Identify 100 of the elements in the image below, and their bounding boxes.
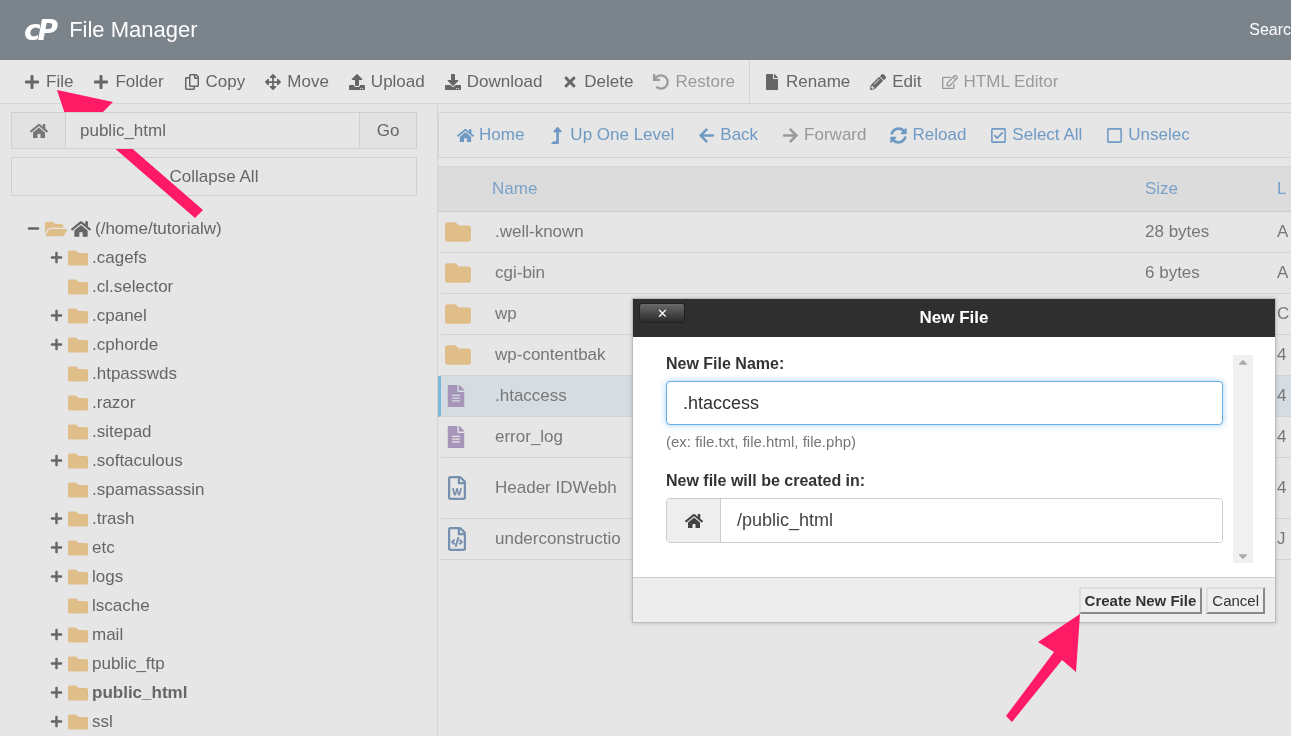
undo-icon bbox=[653, 73, 670, 90]
app-title: File Manager bbox=[69, 17, 198, 43]
path-field[interactable]: public_html Go bbox=[11, 112, 417, 149]
expand-icon[interactable] bbox=[49, 251, 63, 264]
toolbar-button[interactable]: Move bbox=[255, 60, 339, 103]
table-cell: 4 bbox=[1277, 478, 1287, 498]
toolbar-button[interactable]: Delete bbox=[552, 60, 644, 103]
home-icon bbox=[457, 126, 474, 144]
file-name: .well-known bbox=[495, 222, 584, 242]
expand-icon[interactable] bbox=[49, 541, 63, 554]
edit-icon bbox=[941, 73, 958, 90]
text-file-icon bbox=[445, 385, 467, 407]
table-cell: C bbox=[1277, 304, 1290, 324]
folder-label[interactable]: .cpanel bbox=[92, 305, 147, 326]
expand-icon[interactable] bbox=[49, 338, 63, 351]
folder-icon bbox=[445, 342, 471, 368]
expand-icon[interactable] bbox=[49, 686, 63, 699]
nav-button[interactable]: Home bbox=[445, 125, 537, 145]
checked-box-icon bbox=[990, 126, 1008, 144]
folder-label[interactable]: etc bbox=[92, 537, 115, 558]
expand-icon[interactable] bbox=[49, 628, 63, 641]
file-name: error_log bbox=[495, 427, 564, 447]
toolbar-button[interactable]: Rename bbox=[754, 60, 861, 103]
nav-button[interactable]: Unselec bbox=[1094, 125, 1202, 145]
folder-label[interactable]: .razor bbox=[92, 392, 136, 413]
nav-button[interactable]: Select All bbox=[978, 125, 1095, 145]
folder-label[interactable]: .cl.selector bbox=[92, 276, 174, 297]
dialog-title: New File bbox=[919, 308, 989, 328]
text-file-icon bbox=[445, 426, 467, 448]
expand-icon[interactable] bbox=[49, 512, 63, 525]
toolbar-button[interactable]: File bbox=[14, 60, 84, 103]
copy-icon bbox=[183, 73, 200, 90]
pencil-icon bbox=[870, 73, 887, 90]
file-name: wp-contentbak bbox=[495, 345, 606, 365]
folder-label[interactable]: lscache bbox=[92, 595, 150, 616]
download-icon bbox=[444, 73, 461, 90]
file-size: 28 bytes bbox=[1145, 222, 1210, 242]
expand-icon[interactable] bbox=[49, 570, 63, 583]
folder-label[interactable]: logs bbox=[92, 566, 124, 587]
move-icon bbox=[265, 73, 282, 90]
folder-icon bbox=[445, 301, 471, 327]
empty-box-icon bbox=[1106, 126, 1124, 144]
close-button[interactable]: ✕ bbox=[639, 303, 685, 323]
plus-icon bbox=[24, 73, 40, 90]
table-cell: A bbox=[1277, 263, 1289, 283]
folder-label[interactable]: .htpasswds bbox=[92, 363, 178, 384]
cancel-button[interactable]: Cancel bbox=[1206, 586, 1265, 614]
folder-label[interactable]: .softaculous bbox=[92, 450, 183, 471]
nav-button[interactable]: Reload bbox=[878, 125, 979, 145]
folder-icon bbox=[445, 260, 471, 286]
file-icon bbox=[764, 73, 780, 90]
home-icon bbox=[71, 218, 91, 239]
file-size: 6 bytes bbox=[1145, 263, 1200, 283]
toolbar-button[interactable]: Copy bbox=[173, 60, 256, 103]
location-field[interactable]: /public_html bbox=[666, 498, 1223, 543]
file-name: cgi-bin bbox=[495, 263, 546, 283]
table-cell: 4 bbox=[1277, 386, 1287, 406]
expand-icon[interactable] bbox=[49, 309, 63, 322]
folder-label[interactable]: public_html bbox=[92, 682, 188, 703]
nav-button[interactable]: Up One Level bbox=[536, 125, 687, 145]
toolbar-button[interactable]: Folder bbox=[83, 60, 174, 103]
arrow-right-icon bbox=[782, 126, 800, 144]
field-label: New file will be created in: bbox=[666, 472, 867, 490]
file-name: .htaccess bbox=[495, 386, 567, 406]
folder-label[interactable]: .cphorde bbox=[92, 334, 159, 355]
folder-label[interactable]: ssl bbox=[92, 711, 113, 732]
expand-icon[interactable] bbox=[49, 715, 63, 728]
folder-label[interactable]: .sitepad bbox=[92, 421, 152, 442]
folder-label[interactable]: .cagefs bbox=[92, 247, 147, 268]
folder-label[interactable]: public_ftp bbox=[92, 653, 165, 674]
toolbar-button[interactable]: Edit bbox=[860, 60, 932, 103]
path-input[interactable]: public_html bbox=[66, 113, 359, 148]
code-file-icon bbox=[445, 527, 469, 551]
expand-icon[interactable] bbox=[49, 454, 63, 467]
hint-text: (ex: file.txt, file.html, file.php) bbox=[666, 433, 858, 450]
file-name: underconstructio bbox=[495, 529, 621, 549]
folder-label[interactable]: mail bbox=[92, 624, 124, 645]
collapse-all-button[interactable]: Collapse All bbox=[11, 157, 417, 196]
folder-label[interactable]: .spamassassin bbox=[92, 479, 205, 500]
table-cell: A bbox=[1277, 222, 1289, 242]
home-icon bbox=[29, 121, 48, 140]
nav-button[interactable]: Back bbox=[686, 125, 771, 145]
folder-icon bbox=[445, 219, 471, 245]
home-icon bbox=[684, 511, 703, 530]
logo: cP bbox=[24, 13, 56, 47]
arrow-left-icon bbox=[698, 126, 716, 144]
reload-icon bbox=[890, 126, 908, 144]
folder-label[interactable]: (/home/tutorialw) bbox=[95, 218, 222, 239]
toolbar-button[interactable]: Upload bbox=[338, 60, 435, 103]
upload-icon bbox=[348, 73, 365, 90]
folder-label[interactable]: .trash bbox=[92, 508, 135, 529]
search-link[interactable]: Searc bbox=[1249, 21, 1291, 39]
table-cell: J bbox=[1277, 529, 1286, 549]
expand-icon[interactable] bbox=[49, 657, 63, 670]
file-name: Header IDWebh bbox=[495, 478, 617, 498]
table-cell: 4 bbox=[1277, 345, 1287, 365]
word-file-icon bbox=[445, 476, 469, 500]
toolbar-button[interactable]: Download bbox=[434, 60, 553, 103]
file-name-field[interactable]: .htaccess bbox=[666, 381, 1223, 425]
create-button[interactable]: Create New File bbox=[1078, 586, 1203, 614]
